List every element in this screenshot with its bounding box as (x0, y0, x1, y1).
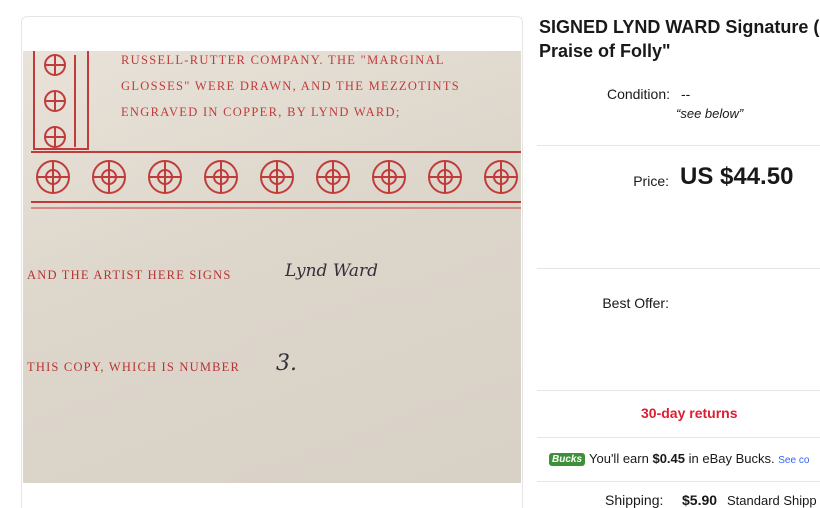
signature-line-text: AND THE ARTIST HERE SIGNS (27, 268, 232, 282)
verse-line-2: GLOSSES" WERE DRAWN, AND THE MEZZOTINTS (121, 79, 461, 93)
listing-title-line-1: SIGNED LYND WARD Signature ( (539, 17, 820, 37)
ebay-bucks-row: Bucks You'll earn $0.45 in eBay Bucks. Se… (549, 451, 809, 466)
handwritten-copy-number: 3. (276, 351, 297, 376)
condition-note-text: see below (680, 106, 739, 121)
divider (537, 481, 820, 482)
bucks-details-link[interactable]: See co (778, 455, 809, 466)
handwritten-signature: Lynd Ward (285, 261, 378, 281)
copy-number-text: THIS COPY, WHICH IS NUMBER (27, 360, 241, 374)
divider (537, 437, 820, 438)
bucks-amount: $0.45 (652, 451, 686, 466)
price-label: Price: (633, 173, 669, 189)
shipping-label: Shipping: (605, 492, 664, 508)
divider (537, 268, 820, 269)
ornament-border-bottom (31, 151, 521, 209)
best-offer-label: Best Offer: (602, 295, 669, 311)
divider (537, 390, 820, 391)
bucks-suffix: in eBay Bucks. (685, 451, 775, 466)
verse-line-1: RUSSELL-RUTTER COMPANY. THE "MARGINAL (121, 53, 445, 67)
bucks-prefix: You'll earn (589, 451, 653, 466)
verse-line-3: ENGRAVED IN COPPER, BY LYND WARD; (121, 105, 401, 119)
gallery-footer (22, 483, 522, 508)
returns-policy[interactable]: 30-day returns (641, 405, 737, 421)
divider (537, 145, 820, 146)
price-value: US $44.50 (680, 163, 794, 190)
condition-note[interactable]: “see below” (676, 106, 743, 121)
image-gallery: RUSSELL-RUTTER COMPANY. THE "MARGINAL GL… (21, 16, 523, 508)
listing-title: SIGNED LYND WARD Signature ( Praise of F… (539, 15, 820, 63)
condition-value: -- (681, 86, 691, 102)
ebay-bucks-logo: Bucks (549, 453, 586, 466)
ornament-border-side (33, 51, 89, 150)
shipping-cost: $5.90 (682, 492, 718, 508)
shipping-method: Standard Shipp (727, 493, 817, 508)
listing-title-line-2: Praise of Folly" (539, 41, 671, 61)
condition-label: Condition: (606, 86, 670, 102)
listing-photo[interactable]: RUSSELL-RUTTER COMPANY. THE "MARGINAL GL… (23, 51, 521, 483)
